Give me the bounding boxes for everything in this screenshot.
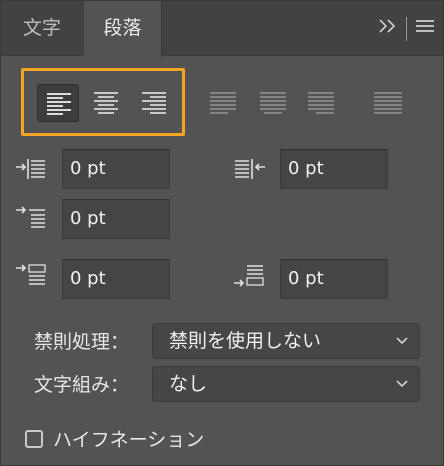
kinsoku-select-value: 禁則を使用しない: [169, 330, 322, 352]
panel-menu-icon[interactable]: [415, 18, 435, 39]
justify-last-left-button[interactable]: [201, 84, 243, 122]
hyphenation-label: ハイフネーション: [53, 429, 205, 451]
align-right-icon: [142, 92, 166, 114]
justify-last-right-icon: [308, 92, 334, 114]
paragraph-panel: 文字 段落 0 pt 0 pt 0 pt 0 pt 0 pt 禁則処理： 禁則を…: [0, 0, 444, 466]
tab-bar-controls: [378, 1, 435, 56]
space-after-input[interactable]: 0 pt: [280, 259, 388, 299]
align-center-icon: [94, 92, 118, 114]
hyphenation-checkbox[interactable]: [25, 429, 43, 448]
mojikumi-label: 文字組み：: [34, 374, 130, 396]
justify-all-button[interactable]: [365, 84, 407, 122]
space-before-icon: [15, 263, 49, 293]
right-indent-icon: [233, 157, 267, 185]
tab-character[interactable]: 文字: [1, 1, 83, 56]
tab-bar-divider: [406, 16, 407, 41]
align-right-button[interactable]: [133, 84, 175, 122]
chevron-down-icon: [396, 380, 408, 388]
justify-last-right-button[interactable]: [299, 84, 341, 122]
justify-all-icon: [374, 92, 402, 114]
tab-bar: 文字 段落: [1, 1, 443, 57]
hyphenation-row[interactable]: ハイフネーション: [25, 425, 204, 452]
kinsoku-label: 禁則処理：: [34, 331, 130, 353]
right-indent-input[interactable]: 0 pt: [280, 149, 388, 189]
tab-paragraph[interactable]: 段落: [84, 1, 162, 57]
left-indent-icon: [15, 157, 49, 185]
left-indent-input[interactable]: 0 pt: [62, 149, 170, 189]
chevron-down-icon: [396, 337, 408, 345]
justify-last-left-icon: [210, 92, 236, 114]
expand-double-chevron-icon[interactable]: [378, 18, 398, 39]
first-line-indent-input[interactable]: 0 pt: [62, 199, 170, 239]
justify-last-center-button[interactable]: [251, 84, 293, 122]
justify-last-center-icon: [260, 92, 286, 114]
space-after-icon: [233, 263, 267, 295]
align-left-button[interactable]: [37, 84, 79, 122]
space-before-input[interactable]: 0 pt: [62, 259, 170, 299]
align-left-icon: [47, 93, 71, 115]
align-center-button[interactable]: [85, 84, 127, 122]
mojikumi-select[interactable]: なし: [152, 366, 420, 402]
mojikumi-select-value: なし: [169, 373, 208, 395]
first-line-indent-icon: [15, 205, 49, 235]
kinsoku-select[interactable]: 禁則を使用しない: [152, 323, 420, 359]
